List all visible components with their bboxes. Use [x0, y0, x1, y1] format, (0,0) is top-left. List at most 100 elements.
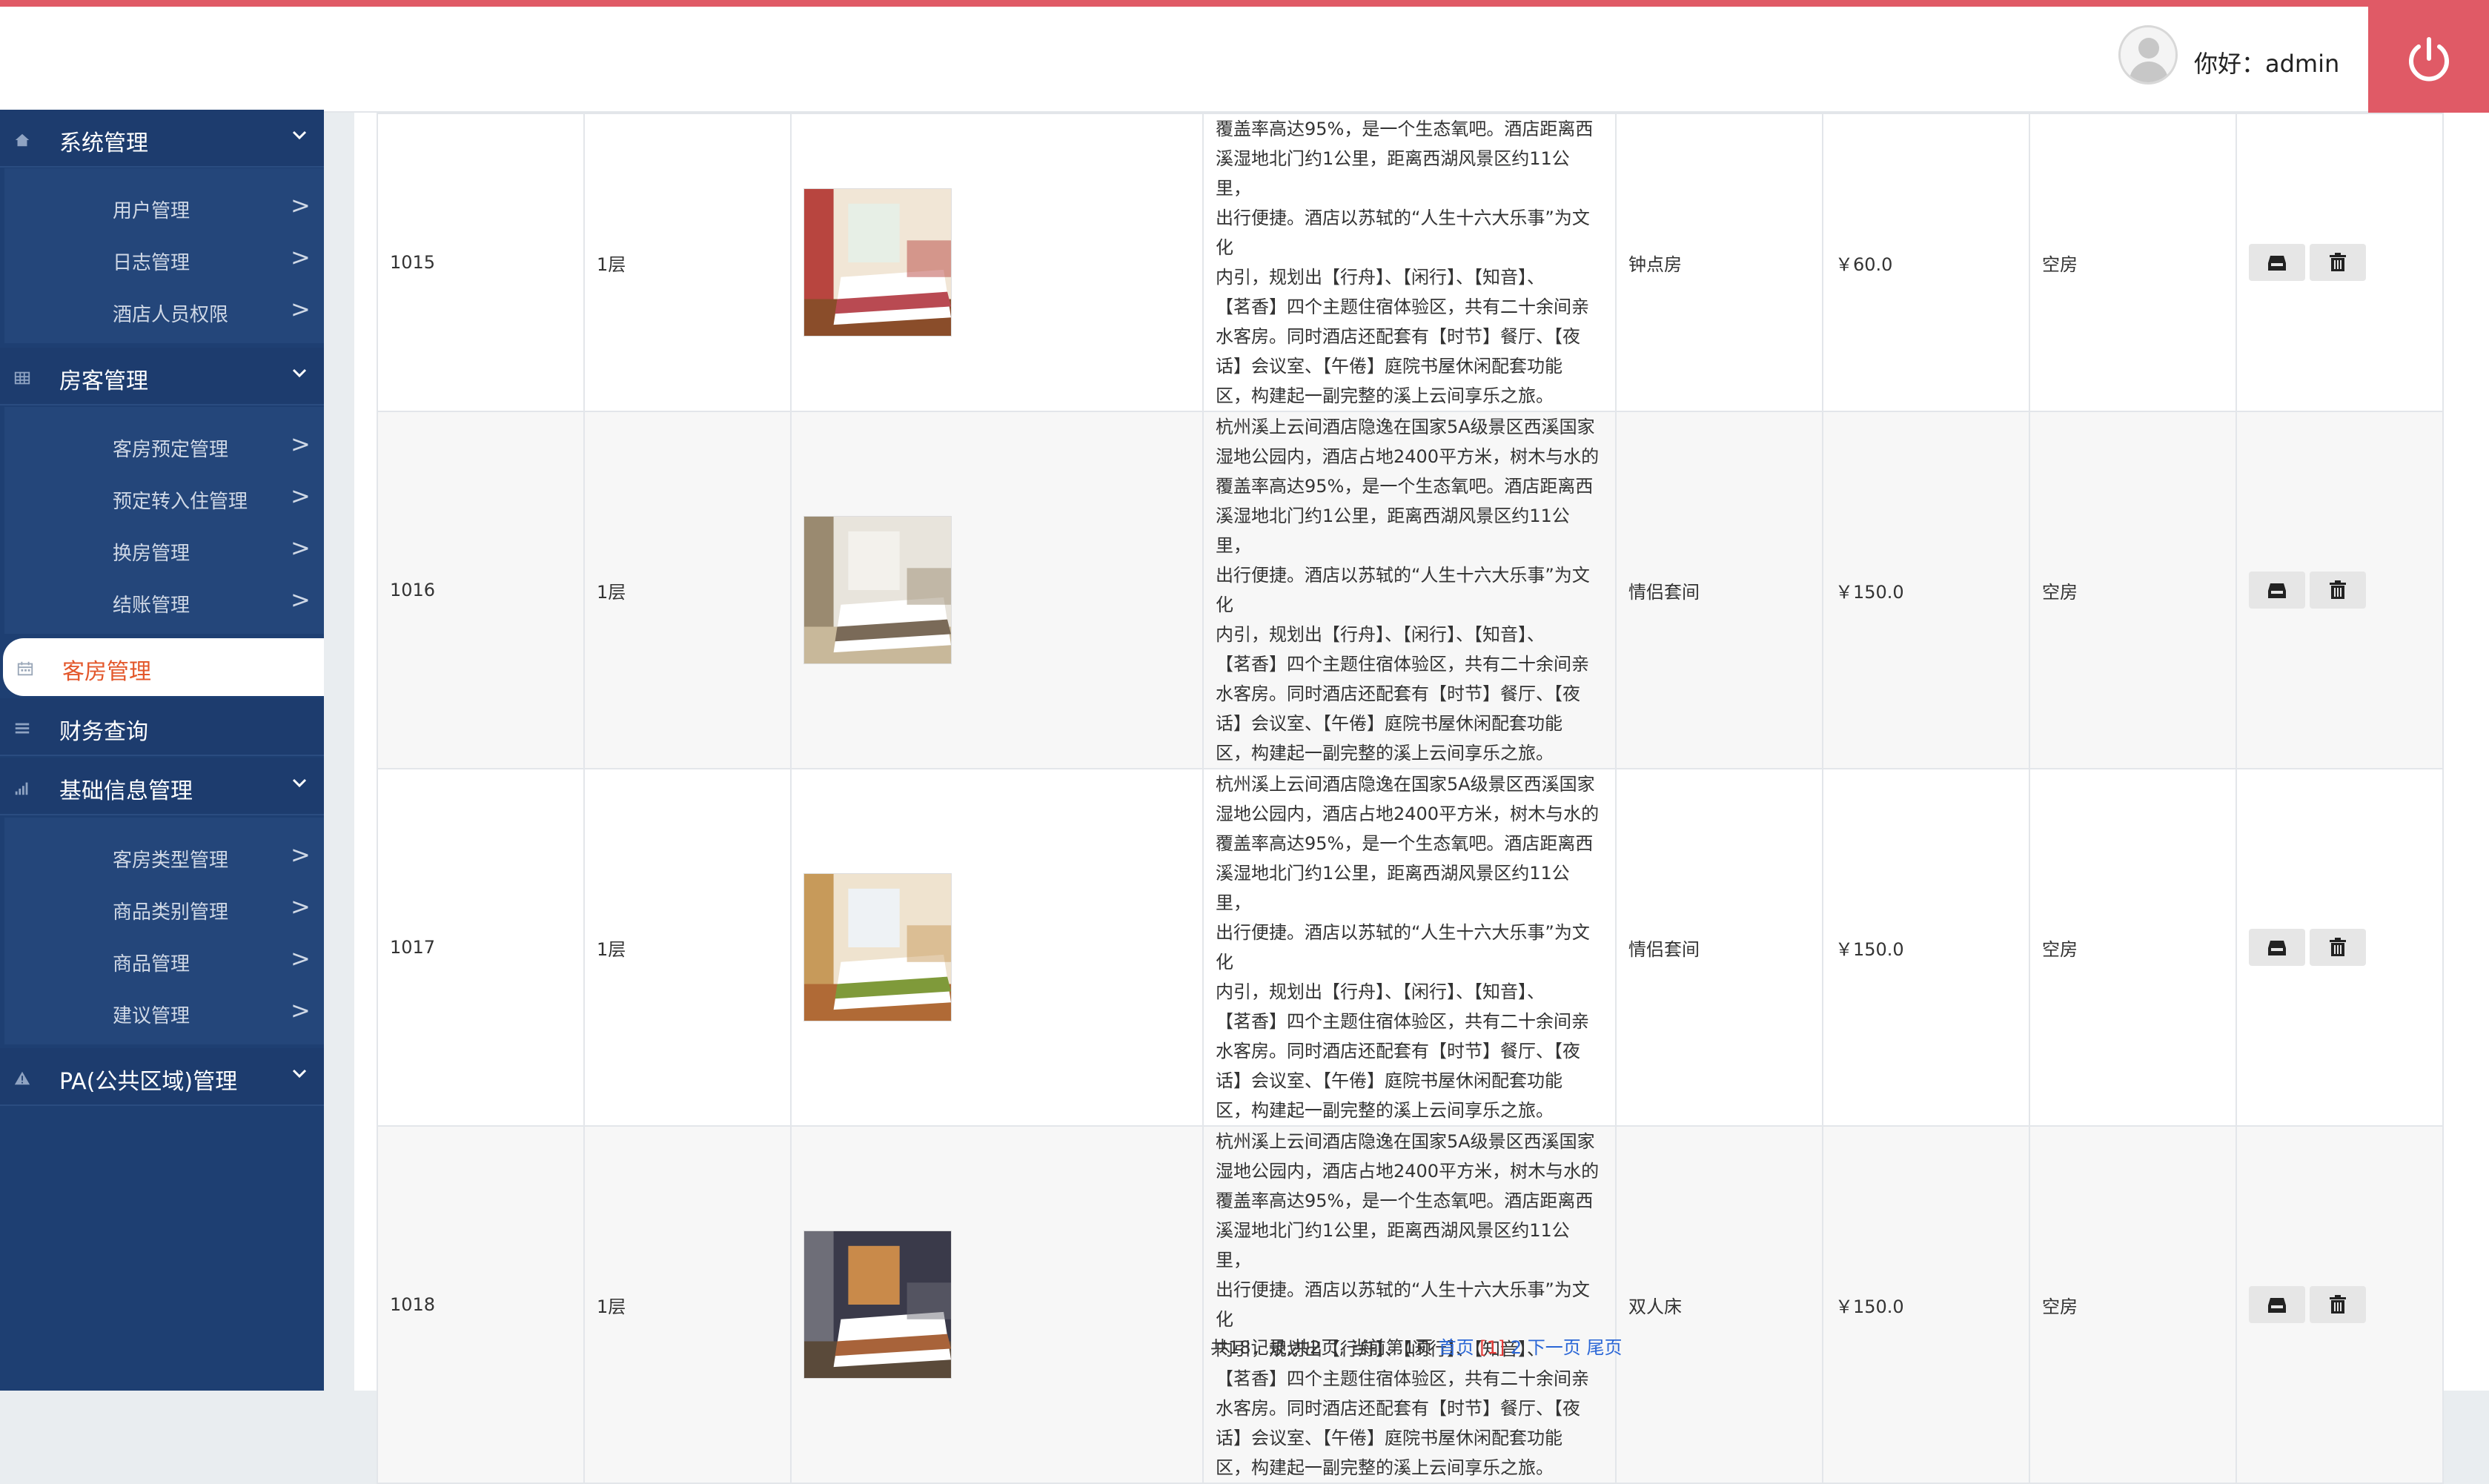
trash-icon — [2330, 580, 2346, 599]
logout-button[interactable] — [2368, 7, 2489, 113]
description-line: 话】会议室、【午倦】庭院书屋休闲配套功能 — [1216, 356, 1562, 377]
chevron-right-icon: > — [291, 892, 311, 921]
description-line: 覆盖率高达95%，是一个生态氧吧。酒店距离西 — [1216, 1190, 1594, 1211]
pager-last[interactable]: 尾页 — [1586, 1337, 1622, 1358]
sidebar-group-label: 财务查询 — [59, 719, 148, 745]
chevron-right-icon: > — [291, 482, 311, 510]
sidebar-item[interactable]: 客房预定管理 > — [0, 420, 319, 471]
table-row: 1015 1层 覆盖率高达95%，是一个生态氧吧。酒店距离西 溪湿地北门约1公里，距离… — [377, 113, 2444, 412]
delete-button[interactable] — [2310, 244, 2366, 281]
sidebar-group-5[interactable]: 基础信息管理 — [0, 758, 324, 815]
description-line: 溪湿地北门约1公里，距离西湖风景区约11公里， — [1216, 1220, 1570, 1271]
description-line: 内引，规划出【行舟】、【闲行】、【知音】、 — [1216, 981, 1545, 1002]
room-photo[interactable] — [803, 188, 952, 337]
delete-button[interactable] — [2310, 1286, 2366, 1323]
chevron-down-icon — [292, 130, 307, 140]
sidebar-item-label: 客房类型管理 — [113, 849, 229, 872]
description-line: 【茗香】四个主题住宿体验区，共有二十余间亲 — [1216, 297, 1589, 317]
edit-button[interactable] — [2249, 572, 2305, 609]
sidebar-group-2[interactable]: 房客管理 — [0, 348, 324, 405]
actions-cell — [2236, 411, 2444, 769]
description-line: 溪湿地北门约1公里，距离西湖风景区约11公里， — [1216, 148, 1570, 199]
sidebar-item[interactable]: 商品类别管理 > — [0, 882, 319, 934]
room-type-cell: 情侣套间 — [1615, 768, 1823, 1127]
sidebar-group-4[interactable]: 财务查询 — [0, 698, 324, 756]
sidebar-item[interactable]: 商品管理 > — [0, 934, 319, 986]
room-number-cell: 1015 — [377, 113, 585, 412]
room-photo[interactable] — [803, 516, 952, 664]
room-price-cell: ￥150.0 — [1822, 1125, 2030, 1484]
calendar-icon — [17, 661, 33, 676]
table-row: 1016 1层 杭州溪上云间酒店隐逸在国家5A级景区西溪国家 湿地公园内，酒店占地24… — [377, 411, 2444, 769]
description-line: 湿地公园内，酒店占地2400平方米，树木与水的 — [1216, 1161, 1600, 1182]
user-greeting: 你好：admin — [2194, 50, 2340, 78]
room-photo-cell — [790, 411, 1204, 769]
description-line: 【茗香】四个主题住宿体验区，共有二十余间亲 — [1216, 654, 1589, 675]
room-price-cell: ￥60.0 — [1822, 113, 2030, 412]
sidebar-group-6[interactable]: PA(公共区域)管理 — [0, 1048, 324, 1106]
pager-first[interactable]: 首页 — [1439, 1337, 1474, 1358]
sidebar-group-label: 客房管理 — [62, 659, 151, 685]
chevron-down-icon — [292, 368, 307, 378]
chevron-down-icon — [292, 1069, 307, 1079]
chevron-right-icon: > — [291, 430, 311, 458]
chevron-right-icon: > — [291, 295, 311, 323]
chevron-right-icon: > — [291, 534, 311, 562]
sidebar-item-label: 换房管理 — [113, 543, 190, 565]
user-avatar[interactable] — [2118, 25, 2178, 85]
delete-button[interactable] — [2310, 572, 2366, 609]
description-line: 湿地公园内，酒店占地2400平方米，树木与水的 — [1216, 446, 1600, 467]
table-row: 1017 1层 杭州溪上云间酒店隐逸在国家5A级景区西溪国家 湿地公园内，酒店占地24… — [377, 768, 2444, 1127]
warning-icon — [14, 1071, 30, 1085]
header: 你好：admin — [0, 7, 2489, 113]
description-line: 【茗香】四个主题住宿体验区，共有二十余间亲 — [1216, 1011, 1589, 1032]
sidebar-group-label: 基础信息管理 — [59, 778, 193, 804]
description-line: 溪湿地北门约1公里，距离西湖风景区约11公里， — [1216, 863, 1570, 913]
grid-icon — [14, 371, 30, 385]
room-floor-cell: 1层 — [583, 768, 792, 1127]
description-line: 水客房。同时酒店还配套有【时节】餐厅、【夜 — [1216, 683, 1580, 704]
sidebar-item[interactable]: 用户管理 > — [0, 181, 319, 233]
sidebar-item[interactable]: 酒店人员权限 > — [0, 285, 319, 337]
description-line: 湿地公园内，酒店占地2400平方米，树木与水的 — [1216, 804, 1600, 824]
delete-button[interactable] — [2310, 929, 2366, 966]
sidebar-item[interactable]: 预定转入住管理 > — [0, 471, 319, 523]
edit-button[interactable] — [2249, 1286, 2305, 1323]
sidebar-item[interactable]: 客房类型管理 > — [0, 830, 319, 882]
room-description-cell: 杭州溪上云间酒店隐逸在国家5A级景区西溪国家 湿地公园内，酒店占地2400平方米，… — [1202, 411, 1617, 769]
home-icon — [15, 133, 30, 147]
description-line: 内引，规划出【行舟】、【闲行】、【知音】、 — [1216, 624, 1545, 645]
sidebar-item-label: 用户管理 — [113, 200, 190, 222]
room-status-cell: 空房 — [2029, 1125, 2237, 1484]
sidebar-group-3[interactable]: 客房管理 — [3, 638, 324, 696]
sidebar-group-label: 房客管理 — [59, 368, 148, 394]
room-status-cell: 空房 — [2029, 113, 2237, 412]
room-photo[interactable] — [803, 873, 952, 1021]
description-line: 区，构建起一副完整的溪上云间享乐之旅。 — [1216, 385, 1554, 406]
pager-page-2[interactable]: 2 — [1511, 1337, 1522, 1358]
edit-button[interactable] — [2249, 244, 2305, 281]
pager-next[interactable]: 下一页 — [1528, 1337, 1581, 1358]
description-line: 覆盖率高达95%，是一个生态氧吧。酒店距离西 — [1216, 833, 1594, 854]
table-row: 1018 1层 杭州溪上云间酒店隐逸在国家5A级景区西溪国家 湿地公园内，酒店占地24… — [377, 1125, 2444, 1484]
edit-button[interactable] — [2249, 929, 2305, 966]
sidebar-item[interactable]: 建议管理 > — [0, 986, 319, 1038]
description-line: 覆盖率高达95%，是一个生态氧吧。酒店距离西 — [1216, 119, 1594, 139]
sidebar-item[interactable]: 日志管理 > — [0, 233, 319, 285]
room-photo[interactable] — [803, 1230, 952, 1379]
sidebar-item[interactable]: 换房管理 > — [0, 523, 319, 575]
room-photo-cell — [790, 768, 1204, 1127]
room-floor-cell: 1层 — [583, 1125, 792, 1484]
room-type-cell: 钟点房 — [1615, 113, 1823, 412]
sidebar-item-label: 酒店人员权限 — [113, 304, 229, 326]
sidebar-group-1[interactable]: 系统管理 — [0, 110, 324, 168]
description-line: 水客房。同时酒店还配套有【时节】餐厅、【夜 — [1216, 1398, 1580, 1419]
description-line: 杭州溪上云间酒店隐逸在国家5A级景区西溪国家 — [1216, 417, 1595, 437]
sidebar-item[interactable]: 结账管理 > — [0, 575, 319, 627]
description-line: 话】会议室、【午倦】庭院书屋休闲配套功能 — [1216, 1070, 1562, 1091]
description-line: 水客房。同时酒店还配套有【时节】餐厅、【夜 — [1216, 1041, 1580, 1061]
pager-current: [1] — [1479, 1337, 1505, 1358]
description-line: 覆盖率高达95%，是一个生态氧吧。酒店距离西 — [1216, 476, 1594, 497]
description-line: 话】会议室、【午倦】庭院书屋休闲配套功能 — [1216, 713, 1562, 734]
inbox-icon — [2268, 583, 2286, 598]
